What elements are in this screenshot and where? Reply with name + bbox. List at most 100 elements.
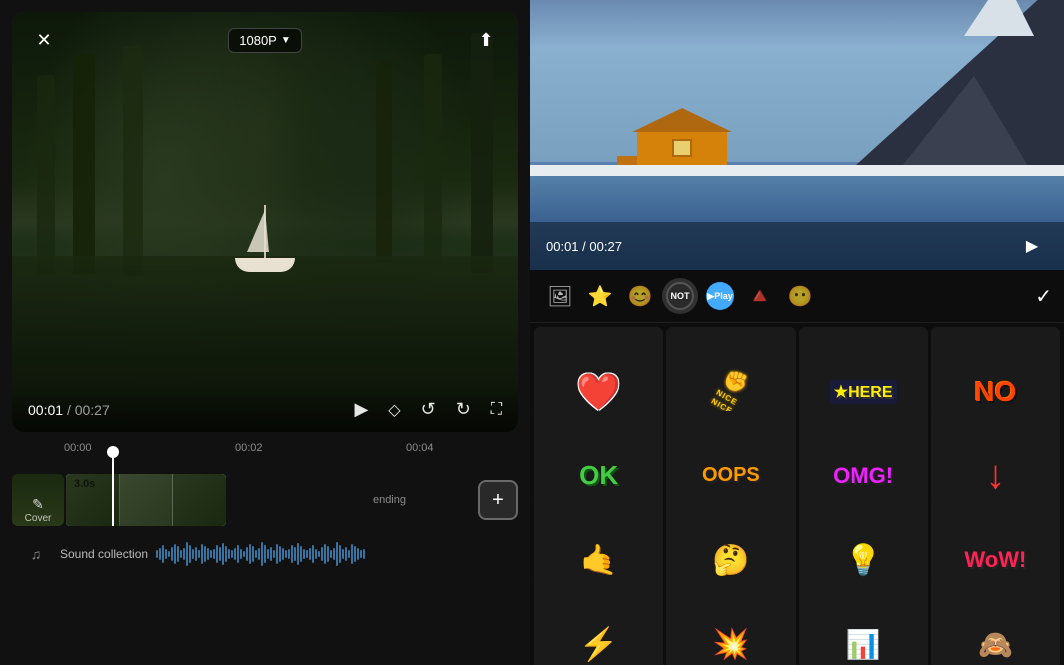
timeline-area: 00:00 00:02 00:04 ✎ Cover 3.0s: [12, 440, 518, 653]
wave-bar: [258, 548, 260, 560]
wave-bar: [330, 550, 332, 558]
think-sticker-icon: 🤔: [712, 543, 749, 578]
face-toolbar-btn[interactable]: 😶: [782, 278, 818, 314]
left-panel: ✕ 1080P ▼ ⬆ 00:01: [0, 0, 530, 665]
wave-bar: [210, 550, 212, 558]
preview-time-total: 00:27: [589, 239, 622, 254]
wow-sticker-icon: WoW!: [964, 547, 1026, 573]
wave-bar: [177, 546, 179, 562]
wave-bar: [171, 547, 173, 561]
tree-5: [424, 54, 442, 264]
monkey-sticker-icon: 🙈: [978, 628, 1013, 661]
tree-2: [73, 54, 95, 274]
explosion-sticker-icon: 💥: [712, 627, 749, 662]
wave-bar: [336, 542, 338, 566]
edit-icon: ✎: [12, 496, 64, 513]
wave-bar: [348, 550, 350, 558]
play-badge: ▶Play: [706, 282, 734, 310]
mountain-secondary: [894, 76, 1034, 176]
omg-sticker-icon: OMG!: [833, 463, 893, 489]
wave-bar: [180, 550, 182, 558]
undo-button[interactable]: ↺: [421, 399, 436, 420]
wave-bar: [168, 551, 170, 557]
preview-time-current: 00:01: [546, 239, 579, 254]
wave-bar: [345, 547, 347, 561]
wave-bar: [189, 545, 191, 563]
preview-time: 00:01 / 00:27: [546, 239, 622, 254]
wave-bar: [204, 546, 206, 562]
wave-bar: [255, 550, 257, 558]
wave-bar: [225, 546, 227, 562]
boat-sail: [247, 210, 269, 252]
not-badge: NOT: [666, 282, 694, 310]
wave-bar: [183, 548, 185, 560]
cover-thumbnail[interactable]: ✎ Cover: [12, 474, 64, 526]
wave-bar: [294, 547, 296, 561]
face-icon: 😶: [788, 284, 813, 309]
wave-bar: [297, 543, 299, 565]
confirm-button[interactable]: ✓: [1035, 284, 1052, 309]
wave-bar: [318, 551, 320, 557]
video-preview-container: ✕ 1080P ▼ ⬆ 00:01: [12, 12, 518, 432]
emoji-toolbar-btn[interactable]: 😊: [622, 278, 658, 314]
sound-label: Sound collection: [60, 547, 148, 561]
sticker-toolbar: 🖼 ⭐ 😊 NOT ▶Play 🔺 😶 ✓: [530, 270, 1064, 323]
list-item[interactable]: ⚡: [534, 580, 663, 665]
preview-play-button[interactable]: ▶: [1016, 230, 1048, 262]
wave-bar: [186, 542, 188, 566]
wave-bar: [201, 544, 203, 564]
wave-bar: [300, 546, 302, 562]
wave-bar: [282, 548, 284, 560]
time-total: 00:27: [75, 402, 110, 418]
sound-track: ♫ Sound collection: [12, 536, 518, 572]
wave-bar: [285, 550, 287, 558]
timeline-track: ✎ Cover 3.0s ending +: [12, 468, 518, 532]
wave-bar: [303, 549, 305, 559]
wave-bar: [270, 547, 272, 561]
sticker-grid: ❤️✊NICENICE★HERENOOKOOPSOMG!↓🤙🤔💡WoW!⚡💥📊🙈: [530, 323, 1064, 665]
not-toolbar-btn[interactable]: NOT: [662, 278, 698, 314]
clip-segment[interactable]: 3.0s: [66, 474, 226, 526]
heart-sticker-icon: ❤️: [576, 371, 621, 413]
export-button[interactable]: ⬆: [470, 24, 502, 56]
list-item[interactable]: 📊: [799, 580, 928, 665]
wave-bar: [243, 551, 245, 557]
close-button[interactable]: ✕: [28, 24, 60, 56]
image-toolbar-btn[interactable]: 🖼: [542, 278, 578, 314]
list-item[interactable]: 💥: [666, 580, 795, 665]
playhead[interactable]: [112, 446, 114, 526]
wave-bar: [162, 545, 164, 563]
sailboat: [225, 232, 305, 272]
play-toolbar-btn[interactable]: ▶Play: [702, 278, 738, 314]
fullscreen-button[interactable]: ⛶: [491, 401, 502, 419]
wave-bar: [195, 547, 197, 561]
resolution-label: 1080P: [239, 33, 277, 48]
wave-bar: [339, 545, 341, 563]
cover-label: Cover: [12, 513, 64, 524]
wave-bar: [237, 545, 239, 563]
play-button[interactable]: ▶: [354, 399, 368, 420]
preview-controls: 00:01 / 00:27 ▶: [530, 222, 1064, 270]
wave-bar: [213, 549, 215, 559]
redo-button[interactable]: ↻: [456, 399, 471, 420]
wave-bar: [351, 544, 353, 564]
wave-bar: [246, 547, 248, 561]
playback-controls: ▶ ◇ ↺ ↻ ⛶: [354, 399, 502, 420]
wave-bar: [324, 544, 326, 564]
wave-bar: [363, 549, 365, 559]
clip-duration-label: 3.0s: [74, 478, 95, 490]
resolution-button[interactable]: 1080P ▼: [228, 28, 302, 53]
add-clip-button[interactable]: +: [478, 480, 518, 520]
tree-3: [123, 46, 143, 276]
trim-button[interactable]: ◇: [388, 400, 400, 420]
wave-bar: [174, 544, 176, 564]
cover-label-wrap: ✎ Cover: [12, 496, 64, 524]
time-current: 00:01: [28, 402, 63, 418]
cone-toolbar-btn[interactable]: 🔺: [742, 278, 778, 314]
list-item[interactable]: 🙈: [931, 580, 1060, 665]
wave-bar: [249, 544, 251, 564]
oops-sticker-icon: OOPS: [702, 464, 760, 487]
star-toolbar-btn[interactable]: ⭐: [582, 278, 618, 314]
wave-bar: [252, 546, 254, 562]
wave-bar: [309, 548, 311, 560]
